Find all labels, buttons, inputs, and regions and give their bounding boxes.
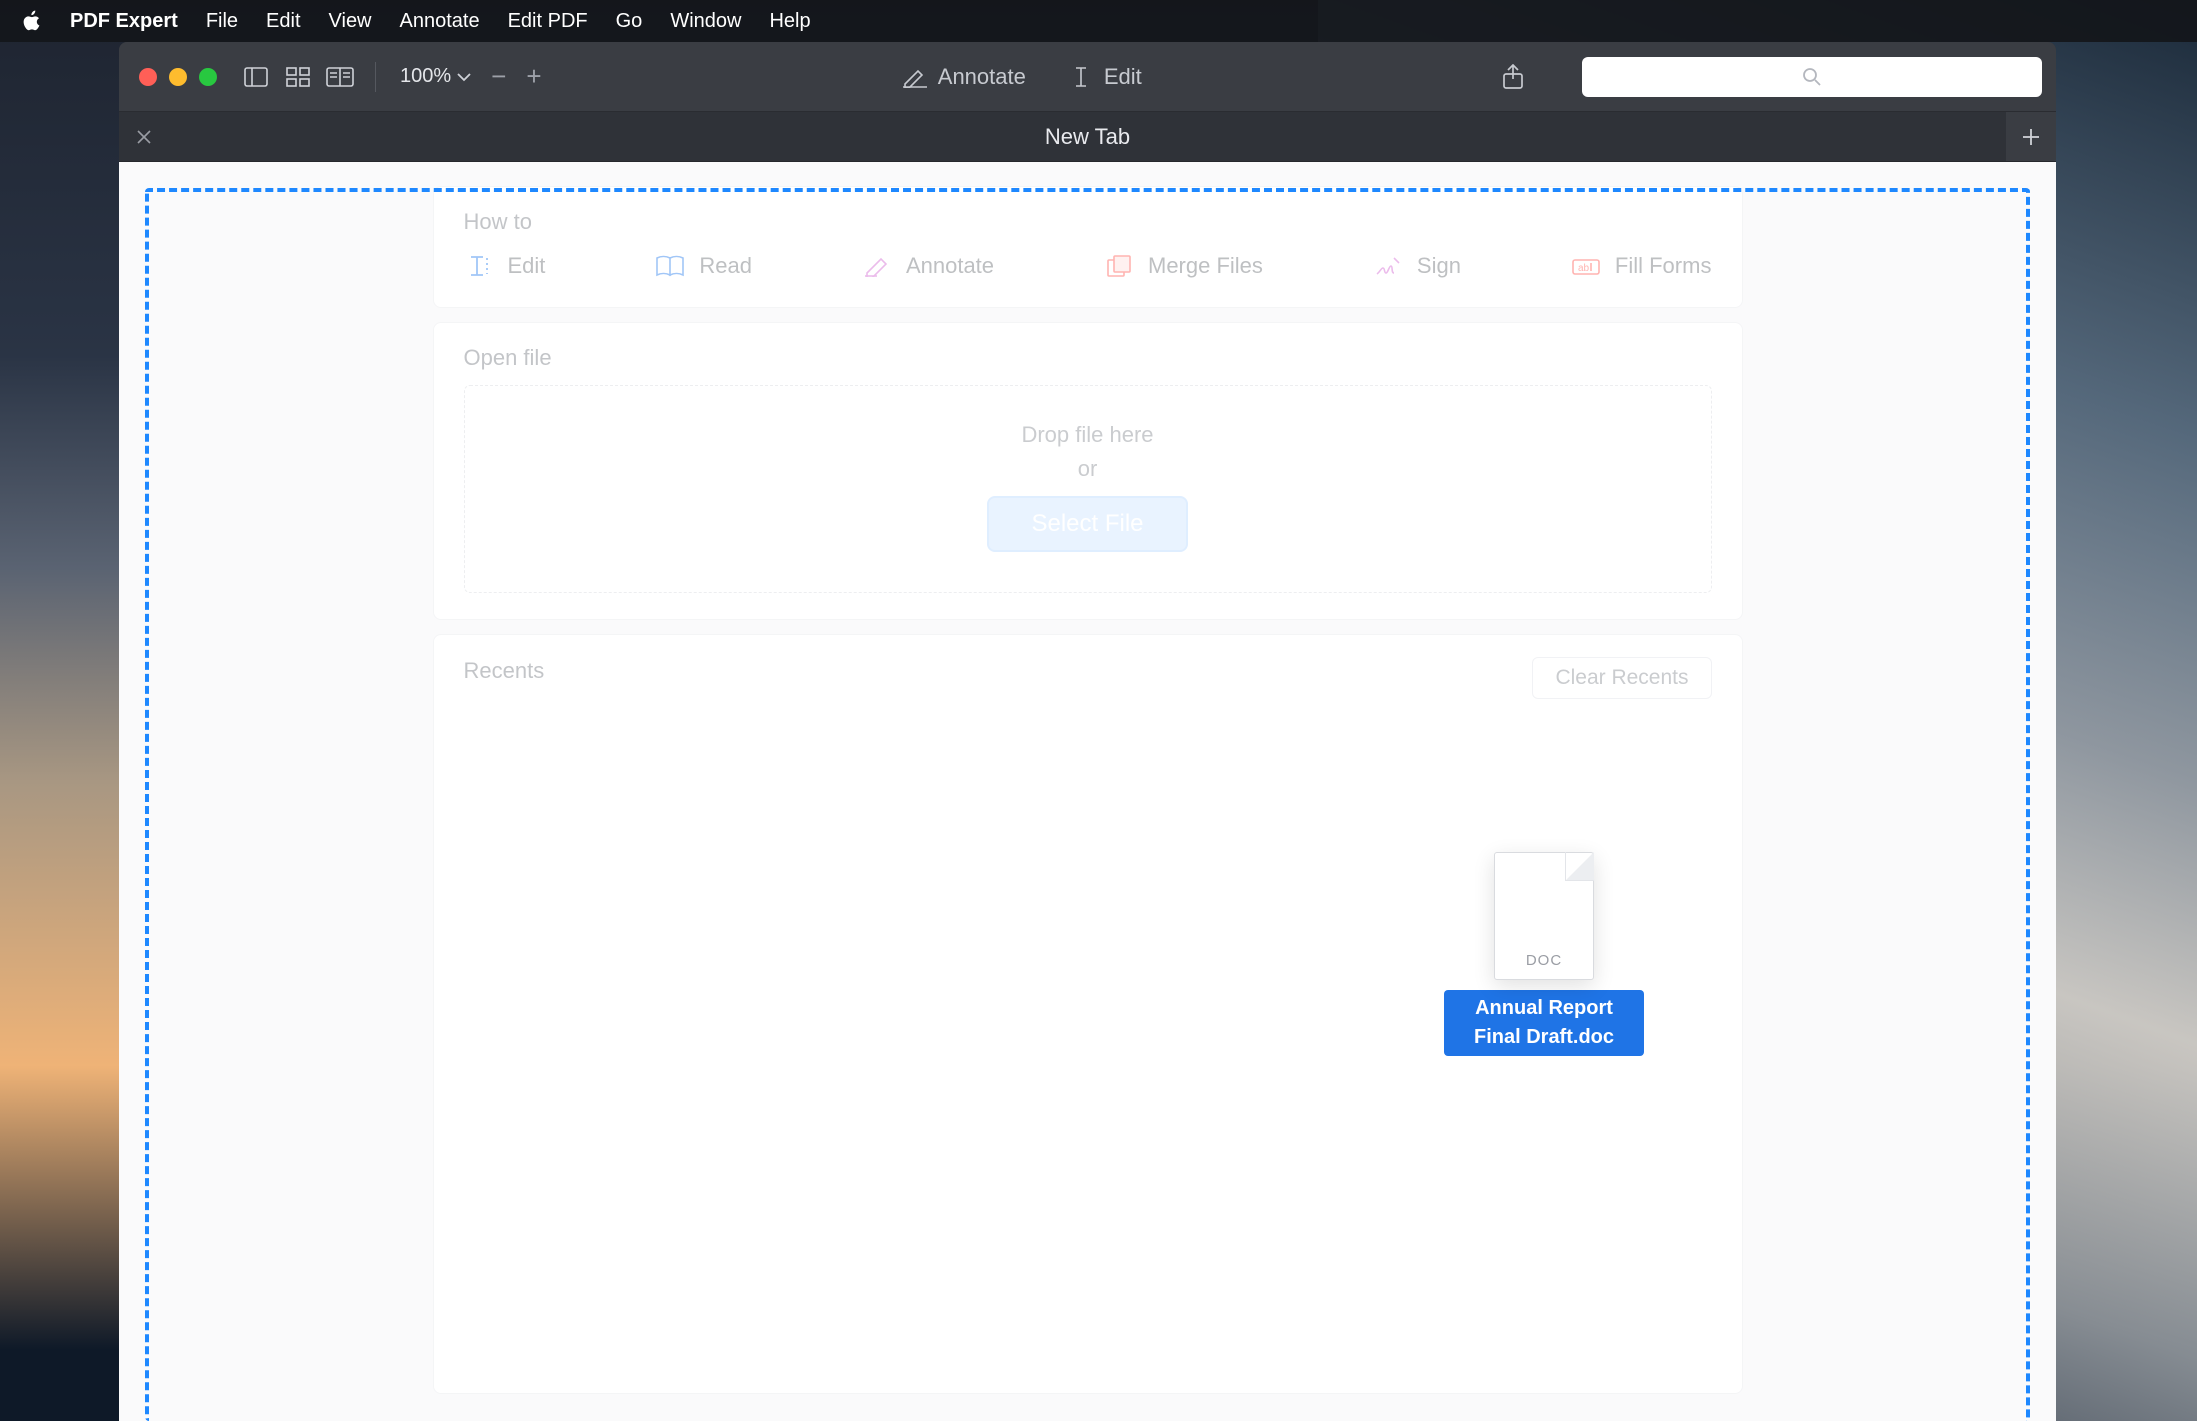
drop-text: Drop file here (1021, 422, 1153, 448)
zoom-in-button[interactable]: + (520, 61, 547, 92)
chevron-down-icon (457, 72, 471, 82)
close-icon (136, 129, 152, 145)
howto-merge-label: Merge Files (1148, 253, 1263, 279)
howto-fillforms[interactable]: ab Fill Forms (1571, 253, 1712, 279)
apple-logo-icon[interactable] (20, 10, 42, 32)
menubar-file[interactable]: File (206, 10, 238, 33)
share-button[interactable] (1496, 62, 1530, 92)
tab-close-button[interactable] (119, 129, 169, 145)
howto-edit-label: Edit (508, 253, 546, 279)
tab-bar: New Tab (119, 112, 2056, 162)
search-input[interactable] (1582, 57, 2042, 97)
howto-read[interactable]: Read (655, 253, 752, 279)
macos-menubar: PDF Expert File Edit View Annotate Edit … (0, 0, 2197, 42)
annotate-label: Annotate (938, 64, 1026, 90)
clear-recents-button[interactable]: Clear Recents (1532, 657, 1711, 699)
menubar-edit[interactable]: Edit (266, 10, 300, 33)
svg-text:ab: ab (1578, 263, 1590, 274)
annotate-mode-button[interactable]: Annotate (884, 64, 1044, 90)
document-file-icon: DOC (1494, 852, 1594, 980)
merge-files-icon (1104, 253, 1134, 279)
howto-sign[interactable]: Sign (1373, 253, 1461, 279)
dragged-file-name: Annual Report Final Draft.doc (1444, 990, 1644, 1056)
menubar-help[interactable]: Help (769, 10, 810, 33)
howto-annotate[interactable]: Annotate (862, 253, 994, 279)
dragged-file[interactable]: DOC Annual Report Final Draft.doc (1444, 852, 1644, 1056)
menubar-go[interactable]: Go (616, 10, 643, 33)
file-extension-badge: DOC (1495, 952, 1593, 969)
plus-icon (2022, 128, 2040, 146)
menubar-app-name[interactable]: PDF Expert (70, 10, 178, 33)
app-toolbar: 100% − + Annotate Edit (119, 42, 2056, 112)
zoom-level[interactable]: 100% (400, 65, 471, 88)
menubar-edit-pdf[interactable]: Edit PDF (508, 10, 588, 33)
signature-pen-icon (1373, 253, 1403, 279)
menubar-annotate[interactable]: Annotate (400, 10, 480, 33)
sidebar-toggle-icon[interactable] (239, 62, 273, 92)
two-page-view-icon[interactable] (323, 62, 357, 92)
window-controls (139, 68, 217, 86)
window-close-button[interactable] (139, 68, 157, 86)
form-field-icon: ab (1571, 253, 1601, 279)
edit-mode-button[interactable]: Edit (1052, 64, 1160, 90)
highlighter-icon (862, 253, 892, 279)
toolbar-separator (375, 62, 376, 92)
howto-sign-label: Sign (1417, 253, 1461, 279)
text-cursor-icon (1070, 66, 1094, 88)
thumbnails-view-icon[interactable] (281, 62, 315, 92)
drop-zone[interactable]: Drop file here or Select File (464, 385, 1712, 593)
howto-read-label: Read (699, 253, 752, 279)
app-window: 100% − + Annotate Edit New Tab (119, 42, 2056, 1421)
edit-label: Edit (1104, 64, 1142, 90)
window-zoom-button[interactable] (199, 68, 217, 86)
howto-edit[interactable]: Edit (464, 253, 546, 279)
open-file-card: Open file Drop file here or Select File (433, 322, 1743, 620)
menubar-view[interactable]: View (329, 10, 372, 33)
share-icon (1502, 64, 1524, 90)
howto-fillforms-label: Fill Forms (1615, 253, 1712, 279)
howto-merge[interactable]: Merge Files (1104, 253, 1263, 279)
book-icon (655, 253, 685, 279)
openfile-heading: Open file (464, 345, 1712, 371)
new-tab-button[interactable] (2006, 112, 2056, 161)
recents-heading: Recents (464, 658, 545, 684)
content-area: How to Edit Read Annotate (119, 162, 2056, 1421)
select-file-button[interactable]: Select File (987, 496, 1187, 552)
drop-or: or (1078, 456, 1098, 482)
menubar-window[interactable]: Window (670, 10, 741, 33)
tab-title: New Tab (119, 124, 2056, 150)
howto-card: How to Edit Read Annotate (433, 186, 1743, 308)
window-minimize-button[interactable] (169, 68, 187, 86)
text-edit-icon (464, 253, 494, 279)
howto-annotate-label: Annotate (906, 253, 994, 279)
howto-heading: How to (464, 209, 1712, 235)
zoom-out-button[interactable]: − (485, 61, 512, 92)
search-icon (1802, 67, 1822, 87)
zoom-value: 100% (400, 65, 451, 88)
pencil-underline-icon (902, 66, 928, 88)
